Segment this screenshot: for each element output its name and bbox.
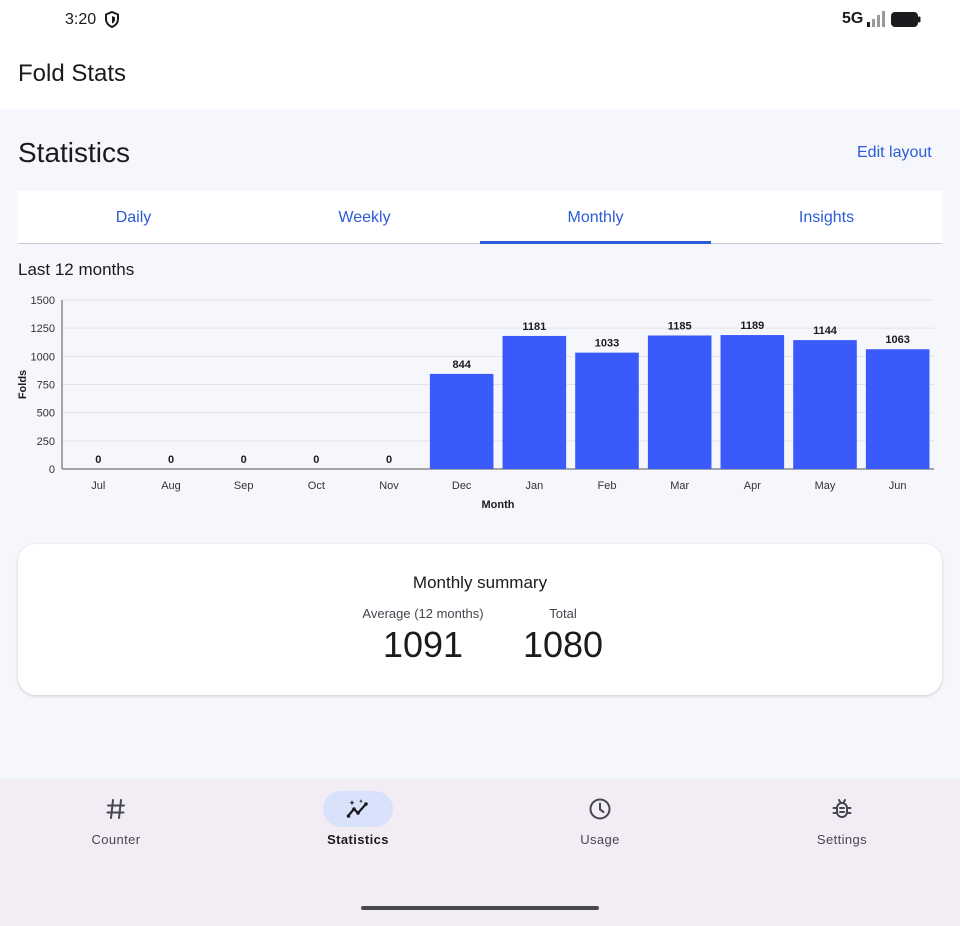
x-tick-label: May — [815, 480, 836, 492]
x-tick-label: Nov — [379, 480, 399, 492]
tab-insights[interactable]: Insights — [711, 191, 942, 243]
bottom-navigation: Counter Statistics Usage Settings — [0, 779, 960, 926]
x-tick-label: Jan — [525, 480, 543, 492]
hash-icon — [106, 799, 125, 819]
data-label: 1033 — [595, 338, 619, 350]
tab-monthly[interactable]: Monthly — [480, 191, 711, 244]
y-tick-label: 500 — [37, 408, 55, 420]
bar — [720, 335, 785, 469]
data-label: 0 — [313, 454, 319, 466]
insights-icon — [346, 799, 368, 818]
bar — [575, 352, 639, 469]
x-tick-label: Jun — [889, 480, 907, 492]
x-axis-title: Month — [482, 499, 515, 511]
data-label: 1185 — [668, 320, 692, 332]
nav-label: Settings — [816, 832, 868, 847]
home-indicator — [361, 906, 599, 910]
y-tick-label: 750 — [37, 380, 55, 392]
shield-icon — [105, 11, 119, 28]
battery-icon — [891, 12, 921, 27]
nav-label: Counter — [91, 832, 141, 847]
tab-daily[interactable]: Daily — [18, 191, 249, 243]
nav-statistics[interactable]: Statistics — [238, 779, 478, 859]
x-tick-label: Jul — [91, 480, 105, 492]
y-tick-label: 1500 — [31, 295, 55, 307]
data-label: 0 — [168, 454, 174, 466]
data-label: 0 — [386, 454, 392, 466]
nav-label: Usage — [580, 832, 620, 847]
monthly-bar-chart: 0 250 500 750 1000 1250 1500 0 Jul 0 Aug 0 Sep 0 Oct 0 N… — [17, 295, 934, 511]
x-tick-label: Aug — [161, 480, 181, 492]
page-title: Statistics — [18, 137, 131, 168]
data-label: 1063 — [885, 334, 909, 346]
y-tick-label: 1000 — [31, 351, 55, 363]
y-tick-label: 1250 — [31, 323, 55, 335]
average-stat: Average (12 months) 1091 — [348, 606, 498, 666]
average-label: Average (12 months) — [362, 606, 484, 621]
total-label: Total — [549, 606, 577, 621]
status-time: 3:20 — [65, 11, 97, 28]
data-label: 0 — [95, 454, 101, 466]
tab-weekly[interactable]: Weekly — [249, 191, 480, 243]
summary-title: Monthly summary — [412, 573, 548, 592]
data-label: 844 — [452, 359, 471, 371]
clock-icon — [589, 798, 611, 820]
x-tick-label: Feb — [598, 480, 617, 492]
bar — [865, 349, 930, 469]
bar — [429, 373, 494, 469]
x-tick-label: Apr — [744, 480, 761, 492]
x-tick-label: Sep — [234, 480, 254, 492]
total-value: 1080 — [522, 624, 604, 665]
bar — [647, 335, 712, 469]
summary-card: Monthly summary Average (12 months) 1091… — [18, 544, 942, 695]
data-label: 1181 — [522, 321, 546, 333]
chart-title: Last 12 months — [18, 260, 135, 279]
average-value: 1091 — [382, 624, 464, 665]
x-tick-label: Oct — [308, 480, 325, 492]
y-tick-label: 0 — [49, 464, 55, 476]
total-stat: Total 1080 — [508, 606, 618, 666]
x-tick-label: Dec — [452, 480, 472, 492]
nav-label: Statistics — [327, 832, 389, 847]
nav-settings[interactable]: Settings — [722, 779, 960, 859]
bar — [793, 340, 857, 469]
signal-icon — [867, 11, 885, 27]
x-tick-label: Mar — [670, 480, 689, 492]
edit-layout-button[interactable]: Edit layout — [857, 144, 932, 162]
app-bar: Fold Stats — [0, 40, 960, 109]
tab-bar: Daily Weekly Monthly Insights — [18, 191, 942, 244]
data-label: 1189 — [740, 320, 764, 332]
data-label: 1144 — [813, 325, 838, 337]
nav-counter[interactable]: Counter — [0, 779, 236, 859]
nav-usage[interactable]: Usage — [480, 779, 720, 859]
status-bar: 3:20 5G — [0, 0, 960, 40]
app-title: Fold Stats — [18, 60, 127, 87]
network-type: 5G — [842, 10, 864, 27]
bar — [502, 335, 567, 469]
data-label: 0 — [241, 454, 247, 466]
y-axis-title: Folds — [17, 370, 29, 399]
bug-icon — [832, 799, 852, 818]
y-tick-label: 250 — [37, 436, 55, 448]
